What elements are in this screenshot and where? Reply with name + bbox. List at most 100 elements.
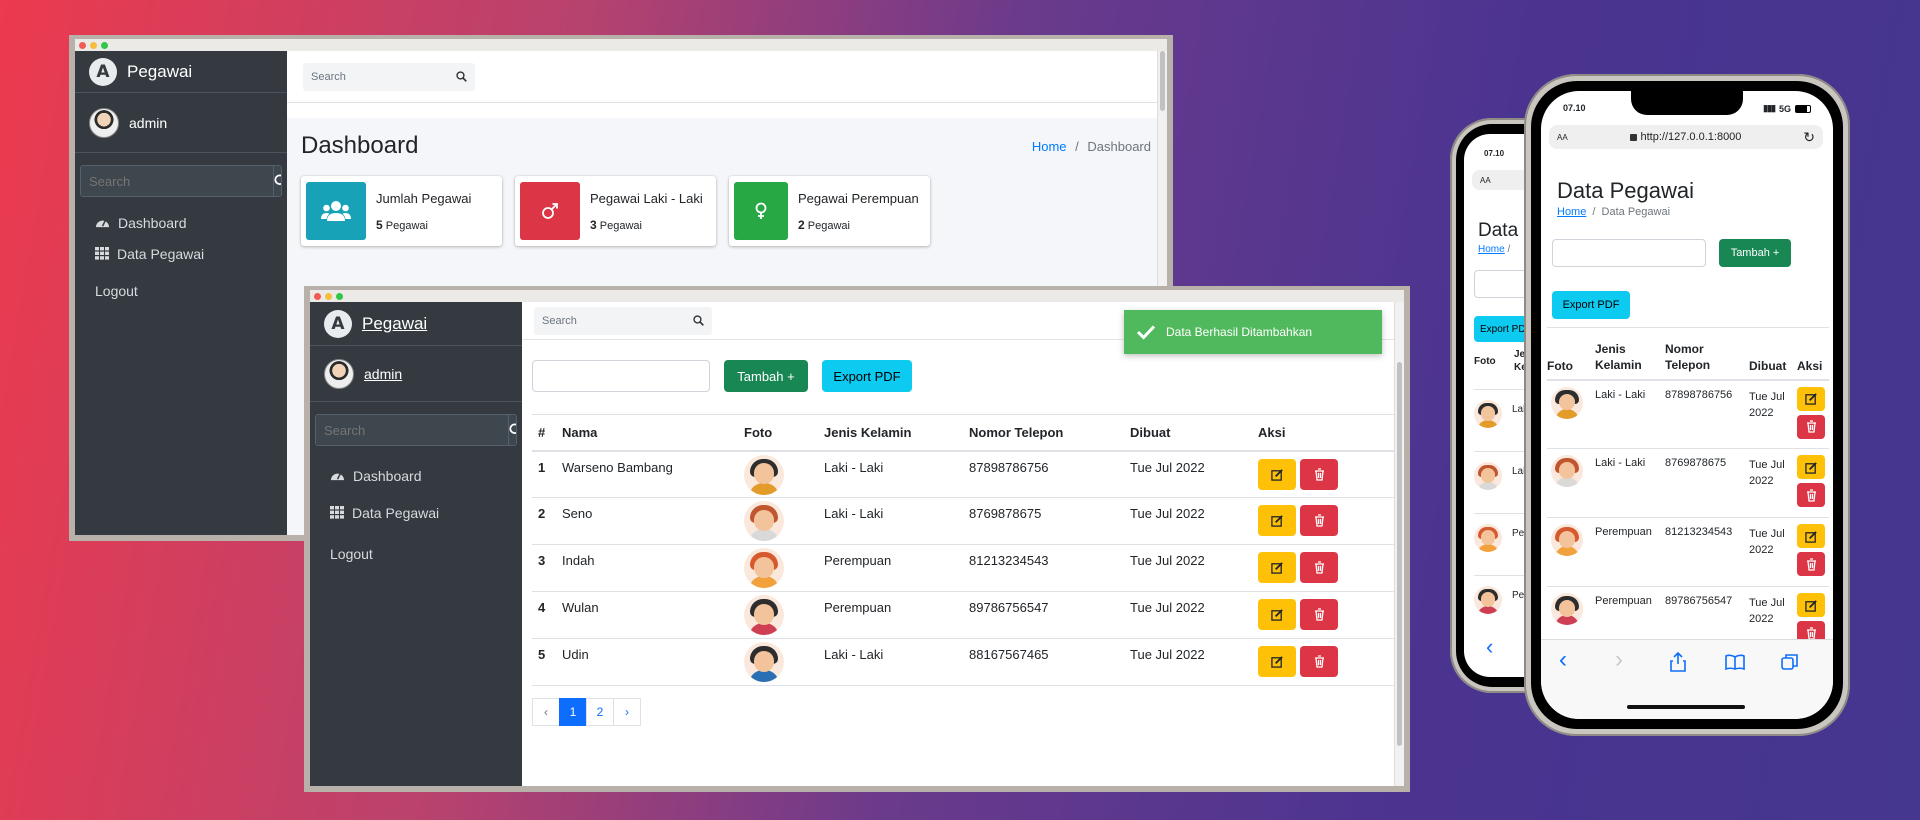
signal-icon: ▮▮▮	[1763, 103, 1776, 113]
sidebar-item-label: Data Pegawai	[117, 245, 205, 262]
share-icon[interactable]	[1670, 652, 1686, 672]
edit-button[interactable]	[1258, 599, 1296, 630]
text-size-button[interactable]: AA	[1480, 176, 1491, 185]
search-icon[interactable]	[508, 415, 516, 445]
phone-front-screen: 07.10 ▮▮▮ 5G AA http://127.0.0.1:8000 ↻ D…	[1541, 91, 1833, 719]
employee-photo	[1474, 586, 1502, 614]
edit-icon	[1270, 609, 1283, 621]
sidebar-item-data-pegawai[interactable]: Data Pegawai	[310, 497, 522, 528]
network-label: 5G	[1778, 103, 1791, 114]
user-panel[interactable]: admin	[75, 93, 287, 153]
edit-button[interactable]	[1797, 455, 1825, 479]
back-icon[interactable]: ‹	[1559, 646, 1567, 674]
window-titlebar	[310, 290, 1404, 302]
search-icon[interactable]	[273, 166, 281, 196]
sidebar-item-logout[interactable]: Logout	[310, 538, 522, 569]
minimize-dot[interactable]	[325, 292, 332, 300]
avatar	[89, 107, 119, 138]
window-titlebar	[75, 39, 1167, 51]
edit-button[interactable]	[1258, 505, 1296, 536]
sidebar-search-input[interactable]	[316, 415, 508, 445]
delete-button[interactable]	[1300, 552, 1338, 583]
maximize-dot[interactable]	[336, 292, 343, 300]
pager-next[interactable]: ›	[613, 698, 641, 726]
tabs-icon[interactable]	[1781, 653, 1799, 671]
pager-prev[interactable]: ‹	[532, 698, 560, 726]
breadcrumb-home[interactable]: Home	[1478, 244, 1505, 255]
pager-page-2[interactable]: 2	[586, 698, 614, 726]
cell-nomor-telepon: 87898786756	[1665, 388, 1733, 401]
cell-nomor-telepon: 81213234543	[969, 553, 1049, 568]
brand[interactable]: A Pegawai	[75, 51, 287, 93]
top-search[interactable]: Search	[534, 306, 712, 335]
cell-no: 5	[538, 647, 546, 662]
close-dot[interactable]	[79, 41, 86, 49]
edit-button[interactable]	[1258, 552, 1296, 583]
sidebar-nav: Dashboard Data Pegawai Logout	[310, 446, 522, 569]
bookmarks-icon[interactable]	[1725, 654, 1745, 670]
top-search[interactable]: Search	[303, 62, 475, 91]
pager-page-1[interactable]: 1	[559, 698, 587, 726]
sidebar-item-data-pegawai[interactable]: Data Pegawai	[75, 238, 287, 269]
cell-nomor-telepon: 89786756547	[969, 600, 1049, 615]
stat-card-male: Pegawai Laki - Laki 3 Pegawai	[515, 176, 716, 246]
delete-button[interactable]	[1300, 458, 1338, 490]
search-icon[interactable]	[456, 71, 467, 82]
delete-button[interactable]	[1300, 599, 1338, 630]
reload-icon[interactable]: ↻	[1803, 129, 1815, 146]
breadcrumb-home[interactable]: Home	[1032, 139, 1067, 154]
cell-jenis-kelamin: Laki - Laki	[1595, 388, 1646, 401]
minimize-dot[interactable]	[90, 41, 97, 49]
search-input[interactable]	[1552, 239, 1706, 267]
forward-icon[interactable]: ›	[1615, 646, 1623, 674]
brand[interactable]: A Pegawai	[310, 302, 522, 346]
delete-button[interactable]	[1300, 505, 1338, 536]
sidebar-item-logout[interactable]: Logout	[75, 275, 287, 306]
table-row: 5 Udin Laki - Laki 88167567465 Tue Jul 2…	[532, 639, 1394, 686]
delete-button[interactable]	[1797, 552, 1825, 576]
maximize-dot[interactable]	[101, 41, 108, 49]
edit-button[interactable]	[1797, 593, 1825, 617]
page-title: Data	[1478, 220, 1519, 241]
breadcrumb: Home / Data Pegawai	[1557, 206, 1670, 218]
sidebar-search-input[interactable]	[81, 166, 273, 196]
add-button[interactable]: Tambah +	[1719, 239, 1791, 267]
col-aksi: Aksi	[1258, 424, 1286, 440]
scrollbar[interactable]	[1394, 302, 1404, 786]
employee-photo	[1551, 593, 1583, 625]
delete-button[interactable]	[1797, 414, 1825, 439]
edit-button[interactable]	[1258, 646, 1296, 677]
col-foto: Foto	[744, 424, 773, 440]
success-toast: Data Berhasil Ditambahkan	[1124, 310, 1382, 354]
edit-icon	[1804, 461, 1817, 474]
breadcrumb: Home /	[1478, 244, 1510, 255]
employee-photo	[1551, 524, 1583, 556]
edit-icon	[1270, 515, 1283, 527]
employee-photo	[744, 454, 784, 495]
user-panel[interactable]: admin	[310, 346, 522, 402]
url-bar[interactable]: AA http://127.0.0.1:8000 ↻	[1549, 125, 1823, 149]
sidebar-item-dashboard[interactable]: Dashboard	[310, 460, 522, 491]
back-icon[interactable]: ‹	[1486, 634, 1493, 660]
edit-button[interactable]	[1258, 458, 1296, 490]
edit-button[interactable]	[1797, 524, 1825, 548]
brand-logo-icon: A	[89, 57, 117, 86]
breadcrumb-home[interactable]: Home	[1557, 206, 1586, 218]
sidebar-item-dashboard[interactable]: Dashboard	[75, 207, 287, 238]
search-icon[interactable]	[693, 315, 704, 326]
table-search-input[interactable]	[532, 360, 710, 392]
edit-button[interactable]	[1797, 386, 1825, 411]
employee-photo	[1474, 400, 1502, 428]
add-button[interactable]: Tambah +	[724, 360, 808, 392]
close-dot[interactable]	[314, 292, 321, 300]
breadcrumb-current: Data Pegawai	[1601, 206, 1671, 218]
export-pdf-button[interactable]: Export PDF	[822, 360, 912, 392]
stat-label: Pegawai Laki - Laki	[590, 190, 703, 206]
col-jenis-kelamin: Jenis Kelamin	[824, 424, 912, 440]
url-text: http://127.0.0.1:8000	[1640, 131, 1742, 143]
text-size-button[interactable]: AA	[1557, 133, 1568, 142]
delete-button[interactable]	[1797, 483, 1825, 507]
cell-nomor-telepon: 8769878675	[1665, 457, 1727, 469]
export-pdf-button[interactable]: Export PDF	[1552, 291, 1630, 319]
delete-button[interactable]	[1300, 646, 1338, 677]
